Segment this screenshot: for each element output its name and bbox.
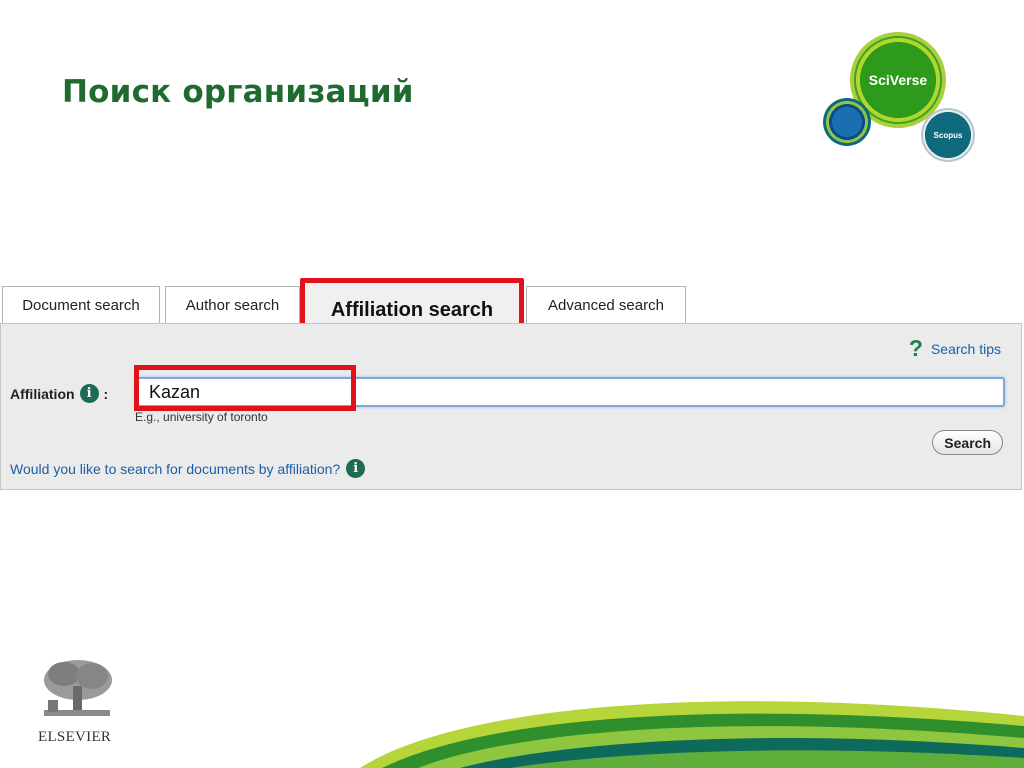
info-icon[interactable]: i	[79, 384, 99, 403]
tab-document-search[interactable]: Document search	[2, 286, 160, 324]
scopus-bubble: Scopus	[921, 108, 975, 162]
search-tips-link[interactable]: ? Search tips	[909, 337, 1001, 360]
example-hint: E.g., university of toronto	[135, 410, 268, 424]
blue-bubble-icon	[823, 98, 871, 146]
tab-advanced-search[interactable]: Advanced search	[526, 286, 686, 324]
slide-title: Поиск организаций	[62, 74, 414, 110]
affiliation-input[interactable]	[135, 377, 1005, 407]
label-colon: :	[103, 385, 109, 402]
elsevier-tree-icon	[38, 656, 116, 720]
search-tips-label: Search tips	[930, 340, 1001, 357]
documents-by-affiliation-link[interactable]: Would you like to search for documents b…	[10, 459, 366, 478]
documents-by-affiliation-text: Would you like to search for documents b…	[10, 460, 341, 477]
help-icon: ?	[908, 335, 923, 361]
affiliation-search-panel: ? Search tips Affiliation i : E.g., univ…	[0, 323, 1022, 490]
affiliation-label-text: Affiliation	[10, 385, 75, 402]
info-icon[interactable]: i	[346, 459, 366, 478]
sciverse-logo: SciVerse Scopus	[820, 28, 980, 168]
affiliation-label: Affiliation i :	[10, 384, 108, 403]
elsevier-wordmark: ELSEVIER	[38, 729, 112, 745]
decorative-swoosh	[360, 701, 1024, 768]
search-button[interactable]: Search	[932, 430, 1003, 455]
tab-author-search[interactable]: Author search	[165, 286, 300, 324]
search-tabs: Document search Author search Affiliatio…	[0, 278, 1024, 338]
elsevier-logo: ELSEVIER	[38, 656, 118, 745]
